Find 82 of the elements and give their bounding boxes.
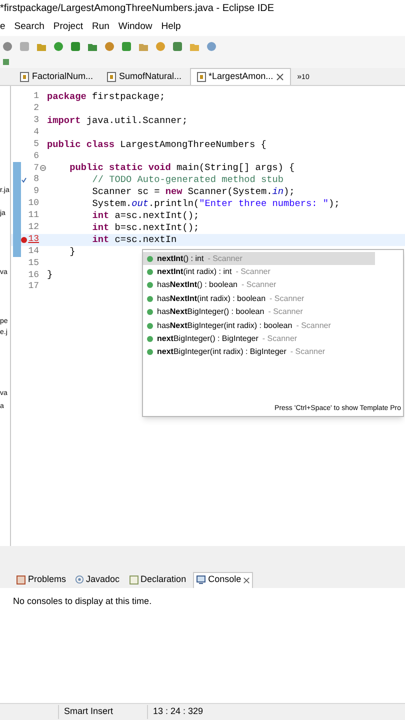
panel-tab[interactable]: Declaration [126,572,188,588]
menu-item[interactable]: Project [53,20,83,34]
code-line: int b=sc.nextInt(); [91,222,200,234]
line-number: 1 [32,90,39,104]
code-line: System.out.println("Enter three numbers: "); [91,198,340,210]
proposal-label: hasNextInt() : boolean [157,279,238,292]
code-line: public static void main(String[] args) { [68,162,295,174]
code-line: import java.util.Scanner; [47,114,188,127]
line-number: 9 [32,185,39,198]
line-number: 12 [27,221,39,234]
proposal-source: - Scanner [270,292,304,305]
code-line: } [47,269,53,282]
panel-tab[interactable]: Javadoc [73,572,122,588]
proposal-source: - Scanner [262,333,298,346]
code-line: public class LargestAmongThreeNumbers { [47,138,266,150]
java-file-icon [107,72,116,82]
line-number: 16 [27,268,39,282]
more-tabs-button[interactable]: »$_{10}$ [293,68,314,85]
line-number: 6 [32,150,39,163]
panel-tab[interactable]: Problems [14,572,68,588]
menu-item[interactable]: Run [92,20,110,34]
proposal-label: hasNextBigInteger(int radix) : boolean [157,320,292,332]
fold-icon[interactable] [40,165,46,172]
proposal-label: nextInt() : int [157,252,204,265]
proposal-label: hasNextInt(int radix) : boolean [157,292,266,305]
proposal-source: - Scanner [242,279,276,292]
line-number: 11 [27,209,39,222]
line-number: 13 [27,232,39,246]
line-number: 8 [32,173,39,186]
proposal-label: nextBigInteger() : BigInteger [157,333,258,346]
proposal-label: hasNextBigInteger() : boolean [157,306,264,318]
proposal-source: - Scanner [296,320,331,332]
proposal-source: - Scanner [268,306,303,318]
menu-item[interactable]: e [0,20,6,34]
code-line: package firstpackage; [47,91,166,103]
insert-mode-status: Smart Insert [58,705,147,719]
proposal-item[interactable]: hasNextInt(int radix) : boolean - Scanner [143,292,375,306]
proposal-label: nextBigInteger(int radix) : BigInteger [157,346,286,358]
proposal-item[interactable]: hasNextInt() : boolean - Scanner [143,278,375,292]
panel-tab[interactable]: Console [193,572,254,588]
proposal-item[interactable]: nextBigInteger() : BigInteger - Scanner [143,332,375,346]
proposal-item[interactable]: hasNextBigInteger() : boolean - Scanner [143,306,375,319]
editor-tab[interactable]: FactorialNum... [14,68,100,85]
editor-tab[interactable]: SumofNatural... [101,68,188,85]
editor-tab[interactable]: *LargestAmon... [190,68,292,85]
menu-item[interactable]: Search [14,20,44,34]
line-number: 5 [32,138,39,151]
console-message: No consoles to display at this time. [13,596,152,606]
code-line: // TODO Auto-generated method stub [91,174,284,186]
line-number: 3 [32,114,39,127]
close-icon[interactable] [276,73,284,81]
menu-item[interactable]: Window [118,20,152,34]
code-line: int c=sc.nextIn [91,234,177,246]
console-icon [196,575,206,585]
line-number: 7 [32,162,39,175]
method-icon [147,296,153,302]
proposal-item[interactable]: nextInt(int radix) : int - Scanner [143,265,375,279]
code-line: } [68,246,76,258]
code-line: int a=sc.nextInt(); [91,210,200,222]
method-icon [147,309,153,316]
line-number: 14 [27,244,39,258]
code-line: Scanner sc = new Scanner(System.in); [91,186,295,198]
line-number: 10 [27,197,39,210]
java-file-icon [196,72,206,82]
cursor-position-status: 13 : 24 : 329 [147,705,204,719]
proposal-source: - Scanner [236,266,270,278]
close-icon[interactable] [243,576,250,584]
window-title: *firstpackage/LargestAmongThreeNumbers.java - Eclipse IDE [0,0,405,18]
method-icon [147,256,153,262]
menu-item[interactable]: Help [161,20,181,34]
line-number: 17 [27,280,39,294]
proposal-item[interactable]: hasNextBigInteger(int radix) : boolean - Scanner [143,318,375,332]
proposal-item[interactable]: nextBigInteger(int radix) : BigInteger - Scanner [143,346,375,360]
proposal-label: nextInt(int radix) : int [157,266,232,278]
java-file-icon [20,72,29,82]
line-number: 2 [32,102,39,116]
proposal-source: - Scanner [290,346,326,358]
method-icon [147,322,153,329]
line-number: 4 [32,126,39,139]
proposal-source: - Scanner [208,252,242,265]
line-number: 15 [27,256,39,270]
proposal-item[interactable]: nextInt() : int - Scanner [143,252,375,266]
